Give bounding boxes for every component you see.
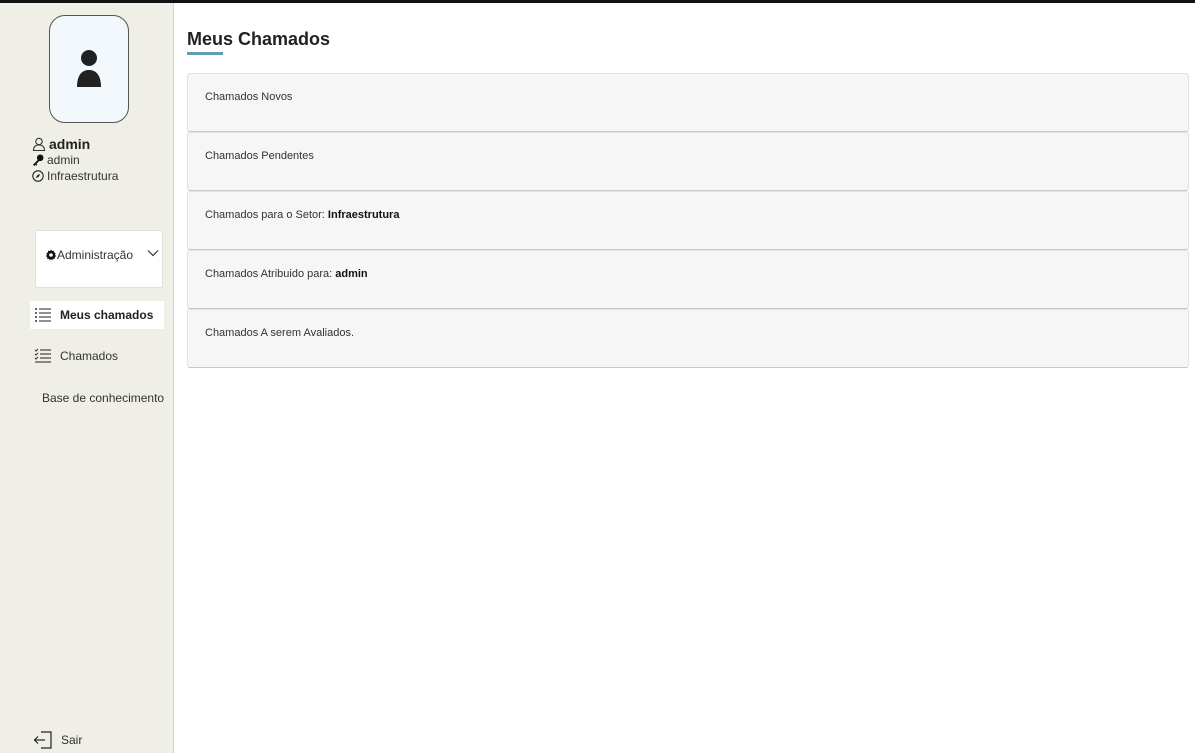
administration-label: Administração	[57, 248, 134, 262]
gear-icon	[45, 249, 57, 261]
card-label: Chamados para o Setor:	[205, 209, 325, 221]
user-sector: Infraestrutura	[47, 169, 119, 183]
user-login: admin	[47, 153, 80, 167]
card-value: Infraestrutura	[327, 209, 400, 221]
sidebar-item-label: Base de conhecimento	[42, 391, 165, 405]
card-chamados-atribuidos[interactable]: Chamados Atribuido para: admin	[187, 250, 1189, 309]
page-title: Meus Chamados	[187, 29, 331, 49]
sidebar-item-base-de-conhecimento[interactable]: Base de conhecimento	[30, 383, 164, 413]
sidebar-item-label: Meus chamados	[60, 308, 154, 322]
sidebar: admin admin Infraestrutura Administração	[0, 3, 174, 753]
card-value: admin	[335, 268, 368, 280]
user-info: admin admin Infraestrutura	[32, 136, 118, 184]
card-label: Chamados Atribuido para:	[205, 268, 333, 280]
card-label: Chamados A serem Avaliados.	[205, 327, 354, 339]
logout-button[interactable]: Sair	[33, 731, 82, 749]
compass-icon	[32, 170, 44, 182]
key-icon	[33, 154, 44, 166]
avatar	[49, 15, 129, 123]
user-login-row: admin	[32, 152, 118, 168]
user-outline-icon	[32, 137, 46, 151]
checklist-icon	[34, 348, 51, 363]
sidebar-item-label: Chamados	[60, 349, 119, 363]
list-icon	[35, 308, 51, 322]
card-chamados-setor[interactable]: Chamados para o Setor: Infraestrutura	[187, 191, 1189, 250]
title-underline	[187, 52, 223, 55]
sidebar-item-chamados[interactable]: Chamados	[30, 343, 164, 369]
sidebar-nav: Meus chamados Chamados Base de conhecime…	[30, 301, 164, 427]
card-chamados-novos[interactable]: Chamados Novos	[187, 73, 1189, 132]
logout-icon	[33, 731, 52, 749]
logout-label: Sair	[61, 733, 83, 747]
card-label: Chamados Pendentes	[205, 150, 314, 162]
user-sector-row: Infraestrutura	[32, 168, 118, 184]
chevron-down-icon	[147, 250, 159, 257]
sidebar-item-meus-chamados[interactable]: Meus chamados	[30, 301, 164, 329]
main-content: Meus Chamados Chamados Novos Chamados Pe…	[187, 3, 1189, 368]
user-silhouette-icon	[77, 50, 101, 87]
user-name: admin	[49, 136, 91, 152]
user-name-row: admin	[32, 136, 118, 152]
card-label: Chamados Novos	[205, 91, 293, 103]
card-chamados-avaliados[interactable]: Chamados A serem Avaliados.	[187, 309, 1189, 368]
administration-dropdown[interactable]: Administração	[35, 230, 163, 288]
ticket-category-list: Chamados Novos Chamados Pendentes Chamad…	[187, 73, 1189, 368]
card-chamados-pendentes[interactable]: Chamados Pendentes	[187, 132, 1189, 191]
